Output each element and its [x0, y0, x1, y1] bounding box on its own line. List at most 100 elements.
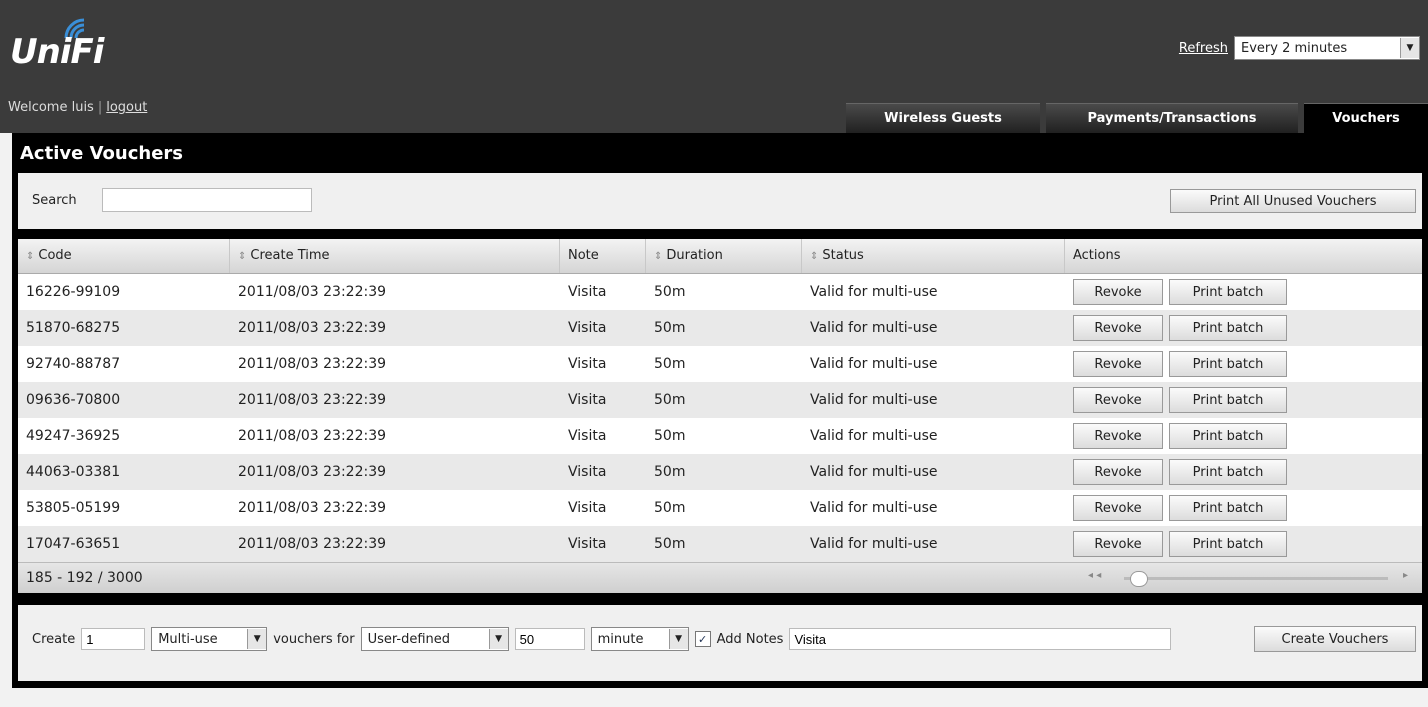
create-time-cell: 2011/08/03 23:22:39: [238, 320, 387, 336]
create-label: Create: [32, 631, 76, 647]
actions-cell: Revoke Print batch: [1065, 351, 1422, 377]
chevron-down-icon[interactable]: ▼: [668, 629, 688, 649]
create-time-cell: 2011/08/03 23:22:39: [238, 284, 387, 300]
logout-link[interactable]: logout: [106, 100, 147, 115]
table-footer: 185 - 192 / 3000 ◂ ◂ ▸: [18, 562, 1422, 593]
scroll-right-icon[interactable]: ▸: [1403, 570, 1408, 581]
revoke-button[interactable]: Revoke: [1073, 495, 1163, 521]
create-time-cell: 2011/08/03 23:22:39: [238, 536, 387, 552]
actions-cell: Revoke Print batch: [1065, 423, 1422, 449]
add-notes-checkbox[interactable]: ✓: [694, 631, 711, 647]
print-batch-button[interactable]: Print batch: [1169, 459, 1287, 485]
voucher-code-cell: 92740-88787: [26, 356, 121, 372]
search-bar: Search Print All Unused Vouchers: [18, 173, 1422, 229]
print-all-unused-button[interactable]: Print All Unused Vouchers: [1170, 189, 1416, 213]
create-form: Create Multi-use ▼ vouchers for User-def…: [32, 627, 1172, 651]
revoke-button[interactable]: Revoke: [1073, 531, 1163, 557]
create-time-cell: 2011/08/03 23:22:39: [238, 464, 387, 480]
revoke-button[interactable]: Revoke: [1073, 279, 1163, 305]
top-bar: UniFi Welcome luis | logout Refresh Every …: [0, 0, 1428, 134]
voucher-type-value: Multi-use: [158, 631, 218, 647]
revoke-button[interactable]: Revoke: [1073, 315, 1163, 341]
table-row: 51870-68275 2011/08/03 23:22:39 Visita 50m V…: [18, 310, 1422, 346]
note-cell: Visita: [568, 464, 607, 480]
duration-cell: 50m: [654, 500, 686, 516]
chevron-down-icon[interactable]: ▼: [1400, 38, 1419, 58]
voucher-type-select[interactable]: Multi-use ▼: [151, 627, 268, 651]
column-label: Note: [568, 248, 599, 263]
column-header-code[interactable]: ⇕ Code: [18, 239, 230, 273]
print-batch-button[interactable]: Print batch: [1169, 387, 1287, 413]
note-cell: Visita: [568, 500, 607, 516]
column-header-duration[interactable]: ⇕ Duration: [646, 239, 802, 273]
print-batch-button[interactable]: Print batch: [1169, 315, 1287, 341]
sort-arrows-icon: ⇕: [654, 251, 663, 262]
chevron-down-icon[interactable]: ▼: [247, 629, 267, 649]
table-row: 92740-88787 2011/08/03 23:22:39 Visita 50m V…: [18, 346, 1422, 382]
actions-cell: Revoke Print batch: [1065, 495, 1422, 521]
sort-arrows-icon: ⇕: [26, 251, 35, 262]
status-cell: Valid for multi-use: [810, 392, 938, 408]
voucher-count-input[interactable]: [81, 628, 146, 650]
duration-cell: 50m: [654, 356, 686, 372]
duration-input[interactable]: [514, 628, 585, 650]
main-tabs: Wireless Guests Payments/Transactions Vo…: [846, 103, 1428, 134]
voucher-code-cell: 44063-03381: [26, 464, 121, 480]
revoke-button[interactable]: Revoke: [1073, 423, 1163, 449]
add-notes-label: Add Notes: [716, 631, 784, 647]
duration-unit-select[interactable]: minute ▼: [590, 627, 689, 651]
tab-vouchers[interactable]: Vouchers: [1304, 103, 1428, 134]
revoke-button[interactable]: Revoke: [1073, 387, 1163, 413]
chevron-down-icon[interactable]: ▼: [488, 629, 508, 649]
refresh-link[interactable]: Refresh: [1179, 41, 1228, 56]
print-batch-button[interactable]: Print batch: [1169, 423, 1287, 449]
panel-title: Active Vouchers: [20, 143, 183, 164]
print-batch-button[interactable]: Print batch: [1169, 495, 1287, 521]
status-cell: Valid for multi-use: [810, 500, 938, 516]
duration-cell: 50m: [654, 320, 686, 336]
search-input[interactable]: [102, 188, 312, 212]
scroll-left-icon[interactable]: ◂ ◂: [1088, 570, 1101, 581]
table-row: 16226-99109 2011/08/03 23:22:39 Visita 50m V…: [18, 274, 1422, 310]
active-vouchers-panel: Active Vouchers Search Print All Unused …: [12, 133, 1428, 688]
column-label: Duration: [666, 248, 723, 263]
duration-cell: 50m: [654, 284, 686, 300]
table-body: 16226-99109 2011/08/03 23:22:39 Visita 50m V…: [18, 274, 1422, 562]
table-row: 17047-63651 2011/08/03 23:22:39 Visita 50m V…: [18, 526, 1422, 562]
table-header: ⇕ Code ⇕ Create Time Note ⇕ Duration ⇕ Statu…: [18, 239, 1422, 274]
vouchers-for-label: vouchers for: [273, 631, 355, 647]
print-batch-button[interactable]: Print batch: [1169, 279, 1287, 305]
column-label: Code: [38, 248, 72, 263]
welcome-area: Welcome luis | logout: [8, 100, 147, 115]
column-header-actions: Actions: [1065, 239, 1422, 273]
table-row: 53805-05199 2011/08/03 23:22:39 Visita 50m V…: [18, 490, 1422, 526]
note-cell: Visita: [568, 356, 607, 372]
refresh-interval-select[interactable]: Every 2 minutes ▼: [1234, 36, 1420, 60]
tab-payments-transactions[interactable]: Payments/Transactions: [1046, 103, 1298, 134]
duration-cell: 50m: [654, 464, 686, 480]
refresh-control: Refresh Every 2 minutes ▼: [1179, 36, 1420, 60]
print-batch-button[interactable]: Print batch: [1169, 531, 1287, 557]
table-row: 09636-70800 2011/08/03 23:22:39 Visita 50m V…: [18, 382, 1422, 418]
slider-track[interactable]: [1124, 577, 1388, 580]
slider-thumb[interactable]: [1130, 571, 1148, 587]
duration-unit-value: minute: [597, 631, 644, 647]
status-cell: Valid for multi-use: [810, 536, 938, 552]
voucher-code-cell: 17047-63651: [26, 536, 121, 552]
quota-select[interactable]: User-defined ▼: [360, 627, 509, 651]
column-header-status[interactable]: ⇕ Status: [802, 239, 1065, 273]
column-header-create-time[interactable]: ⇕ Create Time: [230, 239, 560, 273]
divider: |: [97, 100, 103, 115]
voucher-code-cell: 53805-05199: [26, 500, 121, 516]
search-label: Search: [32, 193, 77, 208]
create-time-cell: 2011/08/03 23:22:39: [238, 428, 387, 444]
tab-wireless-guests[interactable]: Wireless Guests: [846, 103, 1040, 134]
create-vouchers-button[interactable]: Create Vouchers: [1254, 626, 1416, 652]
notes-input[interactable]: [789, 628, 1172, 650]
note-cell: Visita: [568, 428, 607, 444]
revoke-button[interactable]: Revoke: [1073, 351, 1163, 377]
print-batch-button[interactable]: Print batch: [1169, 351, 1287, 377]
revoke-button[interactable]: Revoke: [1073, 459, 1163, 485]
page-slider[interactable]: ◂ ◂ ▸: [1088, 570, 1408, 587]
duration-cell: 50m: [654, 392, 686, 408]
